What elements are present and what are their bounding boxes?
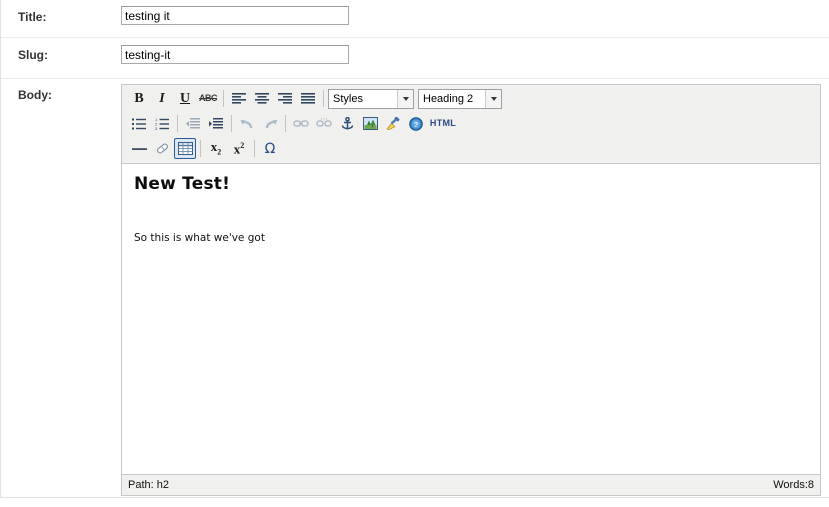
- subscript-index: 2: [217, 147, 222, 157]
- table-icon[interactable]: [174, 138, 196, 159]
- toolbar-row-1: B I U ABC Styles Heading 2: [122, 86, 820, 111]
- content-paragraph: So this is what we've got: [134, 232, 265, 244]
- align-justify-icon[interactable]: [297, 88, 319, 109]
- toolbar-separator: [254, 140, 255, 157]
- anchor-icon[interactable]: [336, 113, 358, 134]
- styles-select[interactable]: Styles: [328, 88, 414, 109]
- page-root: Title: Slug: Body: B I: [0, 0, 829, 507]
- slug-field-cell: [121, 38, 829, 64]
- html-source-icon[interactable]: HTML: [428, 113, 458, 134]
- chevron-down-icon: [485, 89, 501, 108]
- outdent-icon[interactable]: [182, 113, 204, 134]
- editor-content-area[interactable]: New Test! So this is what we've got: [122, 164, 820, 474]
- bold-icon[interactable]: B: [128, 88, 150, 109]
- styles-select-value: Styles: [333, 92, 363, 105]
- toolbar-row-2: 1 2 3 ? HTML: [122, 111, 820, 136]
- numbered-list-icon[interactable]: 1 2 3: [151, 113, 173, 134]
- toolbar-separator: [285, 115, 286, 132]
- subscript-icon[interactable]: x2: [205, 138, 227, 159]
- title-input[interactable]: [121, 6, 349, 25]
- form-row-title: Title:: [1, 0, 829, 38]
- element-path[interactable]: Path: h2: [128, 479, 169, 491]
- align-right-icon[interactable]: [274, 88, 296, 109]
- indent-icon[interactable]: [205, 113, 227, 134]
- title-field-cell: [121, 0, 829, 25]
- link-icon[interactable]: [290, 113, 312, 134]
- strikethrough-icon[interactable]: ABC: [197, 88, 219, 109]
- bullet-list-icon[interactable]: [128, 113, 150, 134]
- toolbar-separator: [323, 90, 324, 107]
- unlink-icon[interactable]: [313, 113, 335, 134]
- editor-toolbar: B I U ABC Styles Heading 2 1 2 3 ? HTML …: [122, 85, 820, 164]
- remove-format-eraser-icon[interactable]: [151, 138, 173, 159]
- italic-icon[interactable]: I: [151, 88, 173, 109]
- special-character-icon[interactable]: Ω: [259, 138, 281, 159]
- superscript-index: 2: [240, 140, 245, 150]
- undo-icon[interactable]: [236, 113, 258, 134]
- cleanup-broom-icon[interactable]: [382, 113, 404, 134]
- svg-text:3: 3: [155, 126, 158, 130]
- format-select-value: Heading 2: [423, 92, 474, 105]
- image-icon[interactable]: [359, 113, 381, 134]
- editor-statusbar: Path: h2 Words:8: [122, 474, 820, 495]
- html-button-label: HTML: [429, 118, 457, 128]
- word-count: Words:8: [773, 479, 814, 491]
- help-icon[interactable]: ?: [405, 113, 427, 134]
- toolbar-separator: [200, 140, 201, 157]
- toolbar-separator: [177, 115, 178, 132]
- body-label: Body:: [18, 88, 52, 102]
- form-row-slug: Slug:: [1, 38, 829, 79]
- svg-text:?: ?: [414, 120, 419, 129]
- form-row-body: Body: B I U ABC Styles Heading 2 1 2 3 ?…: [1, 79, 829, 498]
- post-form: Title: Slug: Body: B I: [0, 0, 829, 498]
- slug-input[interactable]: [121, 45, 349, 64]
- omega-glyph: Ω: [264, 140, 276, 157]
- redo-icon[interactable]: [259, 113, 281, 134]
- content-heading: New Test!: [134, 174, 231, 194]
- title-label: Title:: [18, 10, 47, 24]
- toolbar-separator: [231, 115, 232, 132]
- horizontal-rule-icon[interactable]: [128, 138, 150, 159]
- superscript-icon[interactable]: x2: [228, 138, 250, 159]
- align-left-icon[interactable]: [228, 88, 250, 109]
- align-center-icon[interactable]: [251, 88, 273, 109]
- toolbar-separator: [223, 90, 224, 107]
- toolbar-row-3: x2 x2 Ω: [122, 136, 820, 161]
- body-field-cell: B I U ABC Styles Heading 2 1 2 3 ? HTML …: [121, 79, 829, 496]
- chevron-down-icon: [397, 89, 413, 108]
- slug-label: Slug:: [18, 48, 48, 62]
- rich-text-editor: B I U ABC Styles Heading 2 1 2 3 ? HTML …: [121, 84, 821, 496]
- underline-icon[interactable]: U: [174, 88, 196, 109]
- format-select[interactable]: Heading 2: [418, 88, 502, 109]
